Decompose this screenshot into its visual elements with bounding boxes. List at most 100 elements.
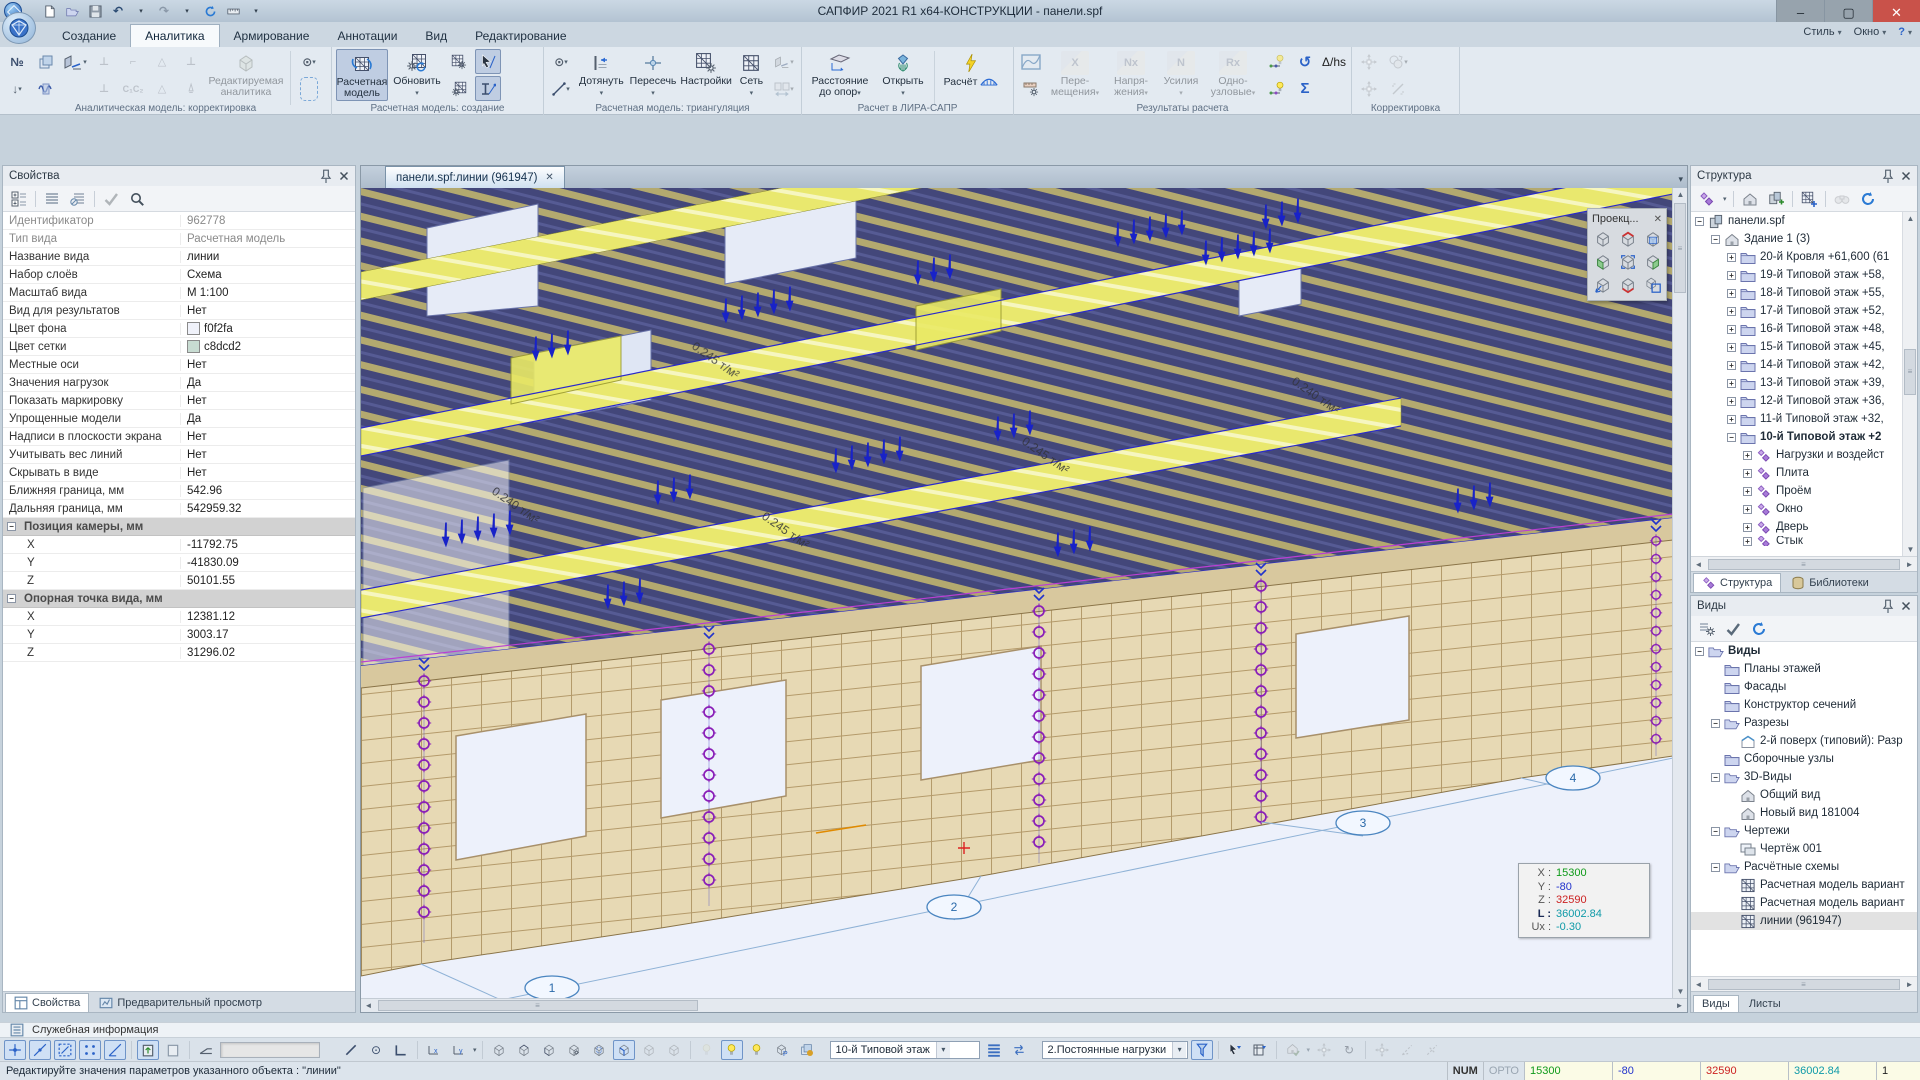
loadcase-filter-icon[interactable] <box>1191 1040 1213 1060</box>
stresses-button[interactable]: Nx Напря-жения▾ <box>1106 49 1156 101</box>
prop-row[interactable]: Z31296.02 <box>3 644 355 662</box>
refresh-views-icon[interactable] <box>1749 619 1769 639</box>
num-lock-indicator[interactable]: NUM <box>1447 1062 1483 1080</box>
structure-vertical-scrollbar[interactable]: ▲ ≡ ▼ <box>1902 212 1917 556</box>
support-frame2-icon[interactable]: △ <box>149 76 175 101</box>
settings-button[interactable]: Настройки <box>680 49 732 101</box>
tree-item[interactable]: Общий вид <box>1691 786 1917 804</box>
box-view1-icon[interactable] <box>488 1040 510 1060</box>
tree-item[interactable]: Планы этажей <box>1691 660 1917 678</box>
tab-list-arrow[interactable]: ▾ <box>1678 174 1683 185</box>
tree-item[interactable]: 3D-Виды <box>1691 768 1917 786</box>
move-view-icon[interactable] <box>1313 1040 1335 1060</box>
tree-item[interactable]: Расчетная модель вариант <box>1691 876 1917 894</box>
snap-node-icon[interactable] <box>4 1040 26 1060</box>
tree-item[interactable]: панели.spf <box>1691 212 1902 230</box>
view-cube-front[interactable] <box>1642 229 1664 249</box>
box-clip-icon[interactable] <box>588 1040 610 1060</box>
tree-item[interactable]: 14-й Типовой этаж +42, <box>1691 356 1902 374</box>
prop-group-camera[interactable]: Позиция камеры, мм <box>3 518 355 536</box>
support-hatch-icon[interactable]: ⍙ <box>178 76 204 101</box>
tab-properties[interactable]: Свойства <box>5 993 89 1012</box>
view-cube-top[interactable] <box>1617 229 1639 249</box>
expand-all-icon[interactable] <box>9 189 29 209</box>
tree-item[interactable]: Разрезы <box>1691 714 1917 732</box>
clipboard-up-icon[interactable] <box>137 1040 159 1060</box>
tree-item[interactable]: Окно <box>1691 500 1902 518</box>
building-icon[interactable] <box>1740 189 1760 209</box>
open-lira-button[interactable]: Открыть▾ <box>877 49 929 101</box>
pin-icon[interactable] <box>1881 169 1895 183</box>
measure-angle-icon[interactable] <box>1396 1040 1418 1060</box>
add-storey-icon[interactable] <box>1766 189 1786 209</box>
color-swatch[interactable] <box>187 340 200 353</box>
support-hinge-icon[interactable]: ⌐ <box>120 49 146 74</box>
lamp-select-icon[interactable] <box>721 1040 743 1060</box>
tree-item-selected-floor[interactable]: 10-й Типовой этаж +2 <box>1691 428 1902 446</box>
tab-redaktirovanie[interactable]: Редактирование <box>461 25 580 47</box>
tree-item[interactable]: Расчётные схемы <box>1691 858 1917 876</box>
view-cube-right[interactable] <box>1642 252 1664 272</box>
add-mesh-icon[interactable] <box>1799 189 1819 209</box>
tree-item[interactable]: Нагрузки и воздейст <box>1691 446 1902 464</box>
nodes-lamp-icon[interactable] <box>1263 49 1289 74</box>
apply-check-icon[interactable] <box>101 189 121 209</box>
refresh-icon[interactable] <box>1858 189 1878 209</box>
line-tool-icon[interactable]: ▾ <box>548 76 574 101</box>
close-icon[interactable] <box>1901 601 1911 611</box>
slab-pin-icon[interactable]: ▾ <box>771 49 797 74</box>
tree-item[interactable]: Чертёж 001 <box>1691 840 1917 858</box>
close-icon[interactable] <box>339 171 349 181</box>
mesh-button[interactable]: Сеть▾ <box>735 49 768 101</box>
panel-size-icon[interactable]: ▾ <box>771 76 797 101</box>
snap-line-icon[interactable] <box>29 1040 51 1060</box>
prop-row[interactable]: Значения нагрузокДа <box>3 374 355 392</box>
angle-input[interactable] <box>220 1042 320 1058</box>
ortho-corner-icon[interactable] <box>390 1040 412 1060</box>
snap-angle-icon[interactable] <box>104 1040 126 1060</box>
extend-button[interactable]: Дотянуть▾ <box>577 49 626 101</box>
rotate-view-icon[interactable]: ↻ <box>1338 1040 1360 1060</box>
prop-row-color-grid[interactable]: Цвет сеткиc8dcd2 <box>3 338 355 356</box>
tree-item[interactable]: Новый вид 181004 <box>1691 804 1917 822</box>
view-cube-corner[interactable] <box>1592 275 1614 295</box>
line-mode-icon[interactable] <box>340 1040 362 1060</box>
tab-preview[interactable]: Предварительный просмотр <box>91 994 270 1012</box>
support-pin-icon[interactable]: ⊥ <box>91 49 117 74</box>
view-settings-icon[interactable] <box>1697 619 1717 639</box>
home-apply-icon[interactable] <box>1282 1040 1304 1060</box>
ucs-y-icon[interactable]: y <box>448 1040 470 1060</box>
edit-result-icon[interactable]: ↺ <box>1292 49 1318 74</box>
document-tab[interactable]: панели.spf:линии (961947) ✕ <box>385 166 565 188</box>
find-icon[interactable] <box>1832 189 1852 209</box>
numbering-icon[interactable]: № <box>4 49 30 74</box>
rotate-copy-icon[interactable]: ▾ <box>1385 49 1411 74</box>
dynamic-load-icon[interactable] <box>33 76 59 101</box>
pin-icon[interactable] <box>1881 599 1895 613</box>
tab-analitika[interactable]: Аналитика <box>130 24 219 47</box>
stiffness-c1c2-icon[interactable]: C₁C₂ <box>120 76 146 101</box>
view-cube-double[interactable] <box>1642 275 1664 295</box>
box-gray2-icon[interactable] <box>663 1040 685 1060</box>
prop-row[interactable]: Ближняя граница, мм542.96 <box>3 482 355 500</box>
loadcase-select[interactable]: 2.Постоянные нагрузки▾ <box>1042 1041 1188 1059</box>
measure-angle2-icon[interactable] <box>1421 1040 1443 1060</box>
tree-item[interactable]: 19-й Типовой этаж +58, <box>1691 266 1902 284</box>
ortho-indicator[interactable]: ОРТО <box>1483 1062 1524 1080</box>
prop-row[interactable]: Z50101.55 <box>3 572 355 590</box>
update-model-ribbon-button[interactable]: Обновить▾ <box>391 49 443 101</box>
view-cube-left[interactable] <box>1592 252 1614 272</box>
ucs-x-icon[interactable]: x <box>423 1040 445 1060</box>
model-canvas[interactable]: 0.240 т/м² 0.245 т/м² 0.245 т/м² 0.240 т… <box>361 188 1672 998</box>
support-frame-icon[interactable]: △ <box>149 49 175 74</box>
tree-item[interactable]: Сборочные узлы <box>1691 750 1917 768</box>
prop-row[interactable]: Название видалинии <box>3 248 355 266</box>
editable-analytics-button[interactable]: Редактируемаяаналитика <box>207 49 285 101</box>
displacements-button[interactable]: X Пере-мещения▾ <box>1047 49 1103 101</box>
select-line-icon[interactable] <box>475 49 501 74</box>
prop-row[interactable]: Скрывать в видеНет <box>3 464 355 482</box>
tree-item[interactable]: Конструктор сечений <box>1691 696 1917 714</box>
snap-points-icon[interactable] <box>79 1040 101 1060</box>
storey-swap-icon[interactable] <box>1008 1040 1030 1060</box>
filter-props-icon[interactable] <box>68 189 88 209</box>
